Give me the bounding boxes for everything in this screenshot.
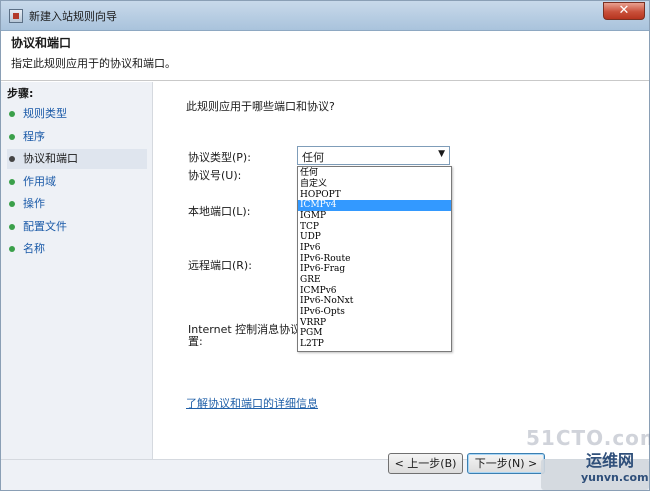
protocol-type-combo[interactable]: 任何 ▼ (297, 146, 450, 165)
step-label: 操作 (23, 197, 45, 210)
protocol-number-label: 协议号(U): (188, 169, 242, 182)
page-subtitle: 指定此规则应用于的协议和端口。 (11, 57, 176, 70)
protocol-type-dropdown[interactable]: 任何 自定义 HOPOPT ICMPv4 IGMP TCP UDP IPv6 I… (297, 166, 452, 352)
watermark-url: yunvn.com (581, 471, 649, 484)
close-button[interactable]: ✕ (603, 2, 645, 20)
icmp-settings-label-cont: 置: (188, 335, 203, 348)
step-scope[interactable]: 作用域 (7, 172, 147, 192)
window-title: 新建入站规则向导 (29, 10, 117, 23)
step-bullet-icon (9, 201, 15, 207)
steps-title: 步骤: (7, 87, 34, 100)
dropdown-option-selected[interactable]: ICMPv4 (298, 200, 451, 211)
dropdown-option[interactable]: UDP (298, 232, 451, 243)
page-title: 协议和端口 (11, 36, 72, 50)
dropdown-option[interactable]: PGM (298, 328, 451, 339)
back-button[interactable]: < 上一步(B) (388, 453, 463, 474)
page-header: 协议和端口 指定此规则应用于的协议和端口。 (1, 31, 649, 81)
dropdown-option[interactable]: 任何 (298, 168, 451, 179)
icmp-settings-label: Internet 控制消息协议 (188, 323, 302, 336)
step-bullet-icon (9, 179, 15, 185)
step-program[interactable]: 程序 (7, 127, 147, 147)
step-bullet-icon (9, 224, 15, 230)
title-bar[interactable]: 新建入站规则向导 ✕ (1, 1, 649, 31)
local-port-label: 本地端口(L): (188, 205, 251, 218)
step-name[interactable]: 名称 (7, 239, 147, 259)
step-rule-type[interactable]: 规则类型 (7, 104, 147, 124)
step-label: 协议和端口 (23, 152, 78, 165)
chevron-down-icon[interactable]: ▼ (438, 149, 445, 159)
step-label: 配置文件 (23, 220, 67, 233)
dropdown-option[interactable]: IPv6-Frag (298, 264, 451, 275)
dropdown-option[interactable]: IPv6-NoNxt (298, 296, 451, 307)
step-bullet-icon (9, 111, 15, 117)
remote-port-label: 远程端口(R): (188, 259, 252, 272)
dropdown-option[interactable]: L2TP (298, 339, 451, 350)
watermark-logo-text: 运维网 (586, 451, 635, 470)
firewall-app-icon (9, 9, 23, 23)
dropdown-option[interactable]: GRE (298, 275, 451, 286)
step-action[interactable]: 操作 (7, 194, 147, 214)
question-text: 此规则应用于哪些端口和协议? (186, 100, 335, 113)
step-label: 程序 (23, 130, 45, 143)
step-bullet-icon (9, 156, 15, 162)
dropdown-option[interactable]: 自定义 (298, 179, 451, 190)
protocol-type-value: 任何 (302, 151, 324, 164)
step-label: 规则类型 (23, 107, 67, 120)
learn-more-link[interactable]: 了解协议和端口的详细信息 (186, 395, 318, 411)
dropdown-option[interactable]: IPv6-Opts (298, 307, 451, 318)
wizard-window: 新建入站规则向导 ✕ 协议和端口 指定此规则应用于的协议和端口。 步骤: 规则类… (0, 0, 650, 491)
dropdown-option[interactable]: IPv6 (298, 243, 451, 254)
step-label: 作用域 (23, 175, 56, 188)
dropdown-option[interactable]: IGMP (298, 211, 451, 222)
step-profile[interactable]: 配置文件 (7, 217, 147, 237)
next-button[interactable]: 下一步(N) > (467, 453, 545, 474)
step-bullet-icon (9, 246, 15, 252)
step-protocol-ports[interactable]: 协议和端口 (7, 149, 147, 169)
steps-sidebar: 步骤: 规则类型 程序 协议和端口 作用域 操作 配置文件 名称 (1, 82, 153, 459)
step-label: 名称 (23, 242, 45, 255)
step-bullet-icon (9, 134, 15, 140)
protocol-type-label: 协议类型(P): (188, 151, 251, 164)
